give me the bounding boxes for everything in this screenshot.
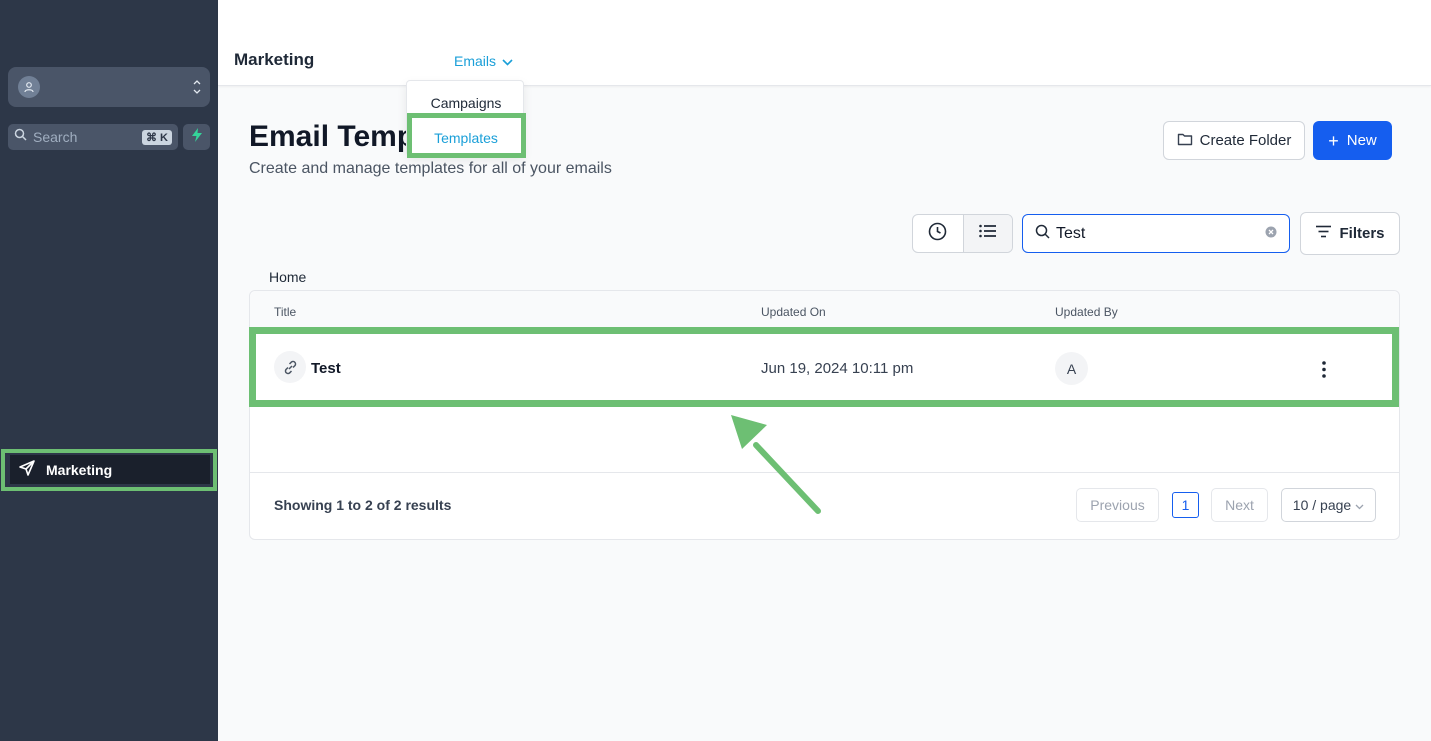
highlight-table-row: [249, 327, 1399, 407]
emails-menu-label: Emails: [454, 53, 497, 69]
sidebar: Search ⌘ K Marketing: [0, 0, 218, 741]
list-view-button[interactable]: [962, 215, 1012, 252]
template-search-input[interactable]: [1056, 224, 1265, 243]
plus-icon: +: [1328, 130, 1339, 151]
list-icon: [978, 224, 997, 243]
view-toggle: [912, 214, 1013, 253]
breadcrumb[interactable]: Home: [269, 269, 306, 285]
new-label: New: [1346, 132, 1377, 149]
search-shortcut-badge: ⌘ K: [142, 129, 172, 145]
highlight-templates: [407, 113, 526, 158]
sidebar-search-placeholder: Search: [33, 129, 78, 145]
filters-label: Filters: [1339, 225, 1385, 242]
create-folder-label: Create Folder: [1199, 132, 1292, 149]
template-search: [1022, 214, 1290, 253]
lightning-icon: [191, 127, 203, 147]
table-footer: Showing 1 to 2 of 2 results Previous 1 N…: [250, 472, 1399, 540]
folder-icon: [1177, 132, 1200, 150]
clear-search-icon[interactable]: [1265, 225, 1277, 243]
page-subtitle: Create and manage templates for all of y…: [249, 160, 612, 177]
page-1-button[interactable]: 1: [1172, 492, 1199, 518]
column-header-updated-on: Updated On: [761, 305, 826, 319]
chevron-updown-icon: [192, 78, 202, 101]
column-header-updated-by: Updated By: [1055, 305, 1118, 319]
location-switcher[interactable]: [8, 67, 210, 107]
top-bar: Marketing Emails: [218, 0, 1431, 86]
quick-actions-button[interactable]: [183, 124, 210, 150]
emails-menu[interactable]: Emails: [454, 53, 513, 69]
recent-view-button[interactable]: [913, 215, 963, 252]
results-summary: Showing 1 to 2 of 2 results: [274, 497, 452, 513]
page-size-select[interactable]: 10 / page: [1281, 488, 1376, 522]
next-page-button[interactable]: Next: [1211, 488, 1268, 522]
highlight-marketing: [1, 449, 217, 491]
page-size-value: 10 / page: [1292, 497, 1352, 513]
chevron-down-icon: [1351, 497, 1364, 513]
clock-icon: [928, 222, 947, 246]
location-avatar-icon: [18, 76, 40, 98]
chevron-down-icon: [496, 53, 513, 69]
menu-item-campaigns[interactable]: Campaigns: [407, 95, 525, 111]
search-icon: [14, 128, 27, 146]
search-icon: [1035, 224, 1050, 244]
topbar-title: Marketing: [234, 50, 315, 69]
page-title: Email Temp: [249, 120, 416, 153]
sidebar-search[interactable]: Search ⌘ K: [8, 124, 178, 150]
create-folder-button[interactable]: Create Folder: [1163, 121, 1305, 160]
filter-icon: [1315, 225, 1339, 242]
new-button[interactable]: + New: [1313, 121, 1392, 160]
column-header-title: Title: [274, 305, 297, 319]
previous-page-button[interactable]: Previous: [1076, 488, 1159, 522]
filters-button[interactable]: Filters: [1300, 212, 1400, 255]
